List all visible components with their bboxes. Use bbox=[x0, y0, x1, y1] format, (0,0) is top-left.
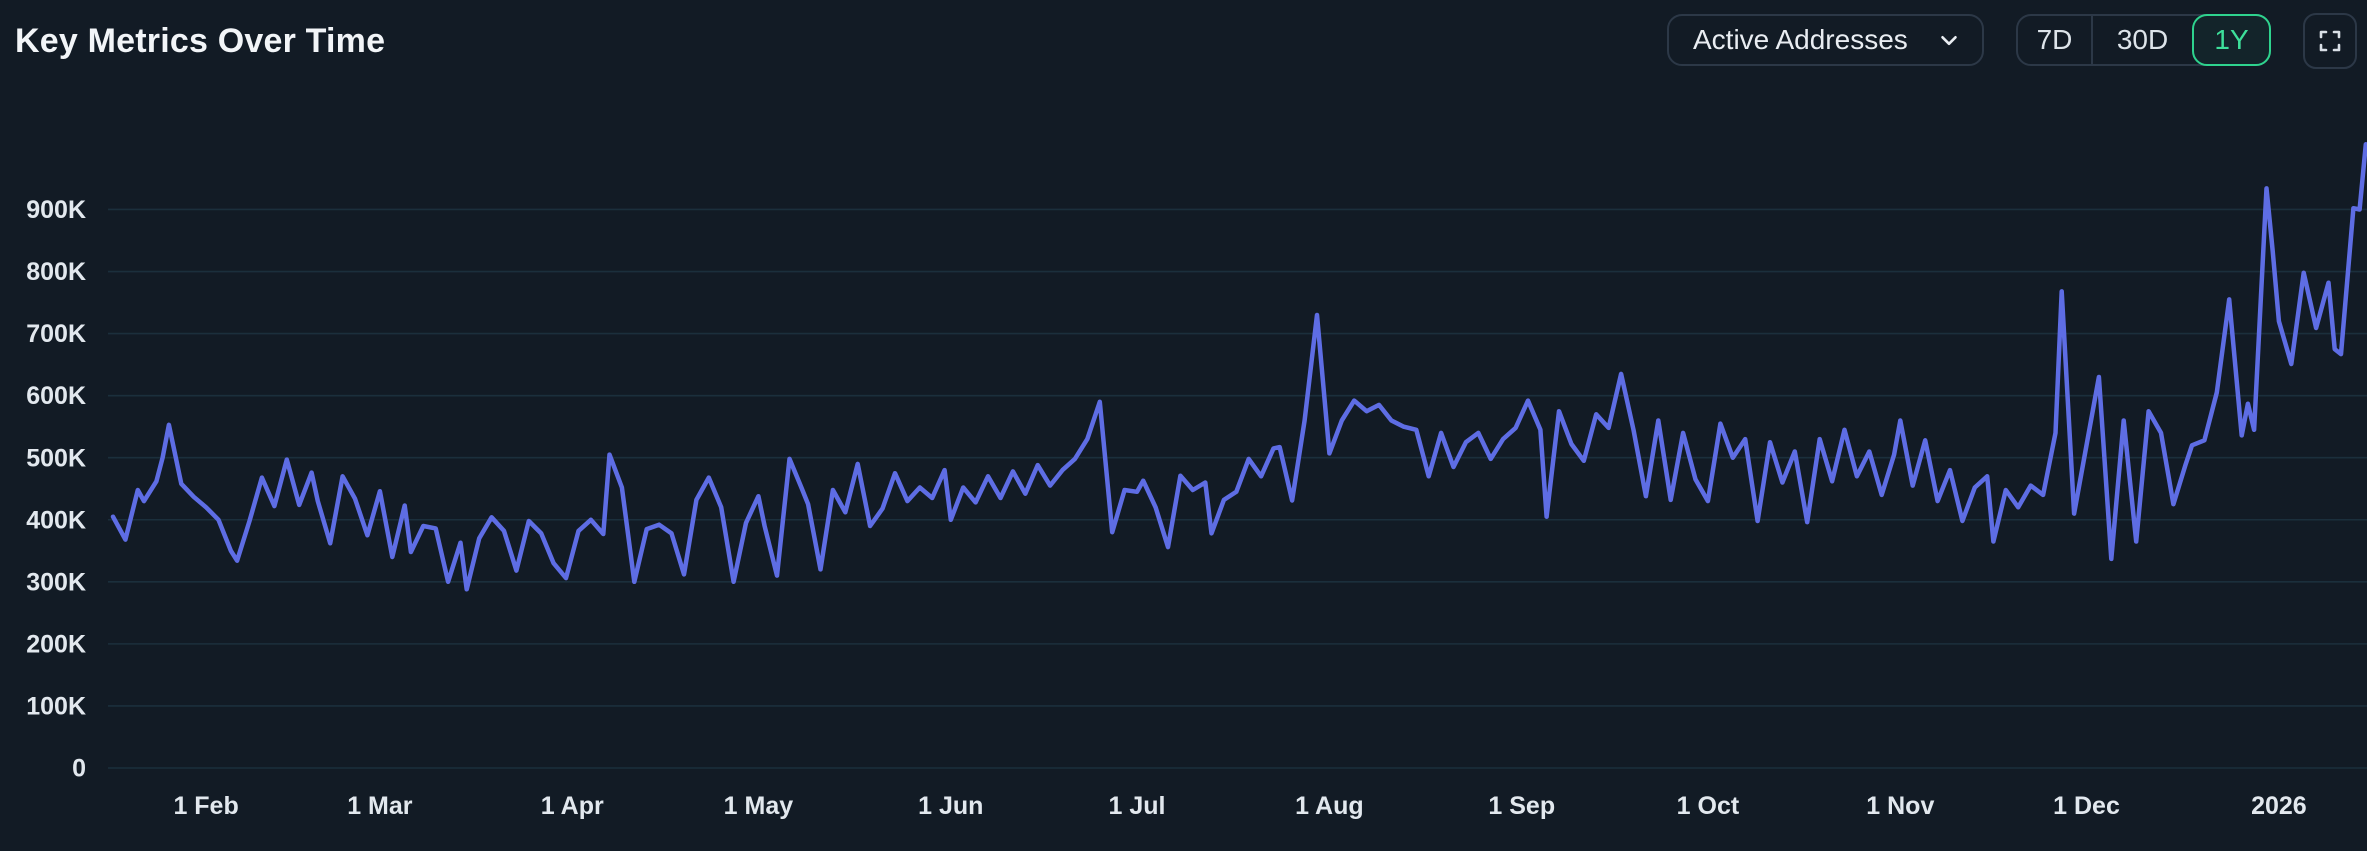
y-axis-label-800K: 800K bbox=[26, 258, 86, 286]
x-axis-label-1-oct: 1 Oct bbox=[1677, 792, 1740, 820]
range-button-1y[interactable]: 1Y bbox=[2192, 14, 2271, 66]
x-axis-label-2026: 2026 bbox=[2251, 792, 2307, 820]
page-title: Key Metrics Over Time bbox=[15, 22, 385, 61]
range-button-30d[interactable]: 30D bbox=[2093, 16, 2192, 64]
x-axis-label-1-dec: 1 Dec bbox=[2053, 792, 2120, 820]
y-axis-label-0: 0 bbox=[72, 755, 86, 783]
x-axis-label-1-nov: 1 Nov bbox=[1866, 792, 1934, 820]
y-axis-label-700K: 700K bbox=[26, 320, 86, 348]
fullscreen-button[interactable] bbox=[2303, 13, 2357, 69]
y-axis-label-500K: 500K bbox=[26, 444, 86, 472]
x-axis-label-1-aug: 1 Aug bbox=[1295, 792, 1364, 820]
y-axis-label-400K: 400K bbox=[26, 506, 86, 534]
metric-dropdown-value: Active Addresses bbox=[1693, 24, 1908, 56]
y-axis-label-600K: 600K bbox=[26, 382, 86, 410]
x-axis-label-1-may: 1 May bbox=[724, 792, 794, 820]
chart-header: Key Metrics Over Time Active Addresses 7… bbox=[0, 0, 2367, 96]
time-range-selector: 7D 30D 1Y bbox=[2016, 14, 2271, 66]
x-axis-label-1-feb: 1 Feb bbox=[173, 792, 238, 820]
chart-controls: Active Addresses 7D 30D 1Y bbox=[1667, 11, 2357, 69]
x-axis-label-1-jul: 1 Jul bbox=[1108, 792, 1165, 820]
metrics-chart-area[interactable]: 0 100K 200K 300K 400K 500K 600K 700K 800K 900K 1 F… bbox=[0, 0, 2367, 846]
metrics-line-chart[interactable]: 0 100K 200K 300K 400K 500K 600K 700K 800K 900K 1 F… bbox=[0, 0, 2367, 846]
x-axis-label-1-mar: 1 Mar bbox=[347, 792, 413, 820]
y-axis-label-300K: 300K bbox=[26, 568, 86, 596]
x-axis-label-1-apr: 1 Apr bbox=[541, 792, 604, 820]
y-axis-label-900K: 900K bbox=[26, 196, 86, 224]
x-axis-label-1-jun: 1 Jun bbox=[918, 792, 983, 820]
series-line-active-addresses bbox=[113, 144, 2366, 589]
metric-dropdown[interactable]: Active Addresses bbox=[1667, 14, 1984, 66]
x-axis-label-1-sep: 1 Sep bbox=[1488, 792, 1555, 820]
range-button-7d[interactable]: 7D bbox=[2018, 16, 2093, 64]
y-axis-label-200K: 200K bbox=[26, 630, 86, 658]
chevron-down-icon bbox=[1936, 27, 1962, 53]
fullscreen-expand-icon bbox=[2318, 29, 2342, 53]
y-axis-label-100K: 100K bbox=[26, 693, 86, 721]
